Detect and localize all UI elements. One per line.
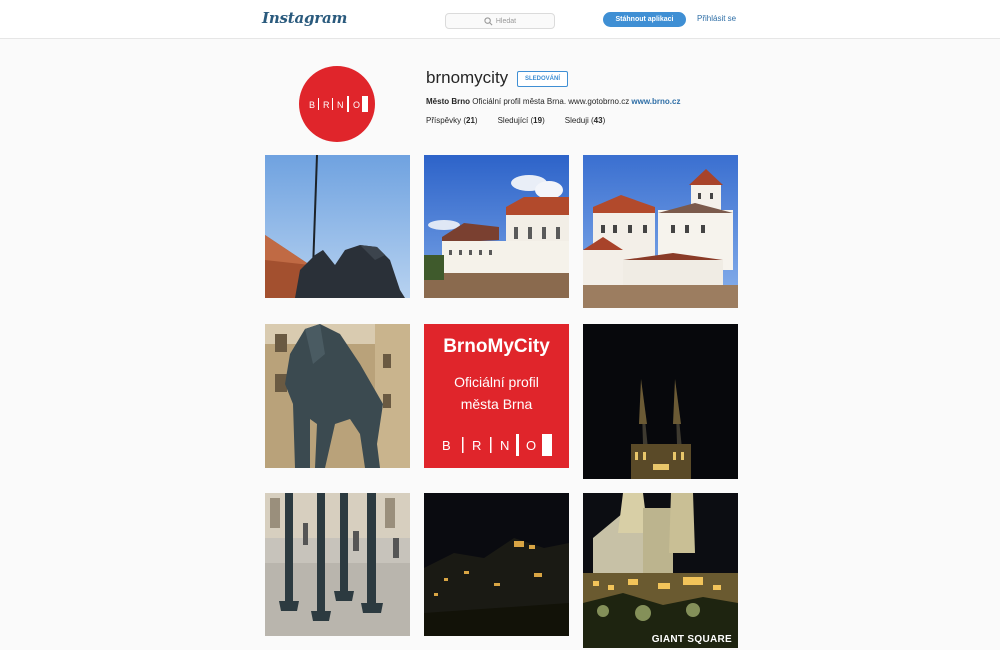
avatar-divider [318,98,319,110]
stat-count: 21 [466,116,475,125]
post-tile-giant-square[interactable]: GIANT SQUARE [583,493,738,648]
profile-avatar: B R N O [299,66,375,142]
stat-label: Sledující [497,116,529,125]
brno-logo: B R N O [309,96,368,112]
avatar-divider [347,96,349,112]
post-tile-cathedral-night[interactable] [583,324,738,479]
promo-letter-b: B [442,438,451,453]
promo-letter-r: R [472,438,481,453]
post-image [583,493,738,648]
avatar-letter-n: N [337,100,344,110]
post-image [583,324,738,479]
stat-posts[interactable]: Příspěvky (21) [426,116,478,125]
stat-label: Příspěvky [426,116,462,125]
top-navigation-bar: Instagram Hledat Stáhnout aplikaci Přihl… [0,0,1000,39]
stat-count: 43 [593,116,603,125]
search-input[interactable]: Hledat [445,13,555,29]
post-image [265,493,410,636]
instagram-logo[interactable]: Instagram [262,9,347,27]
avatar-letter-b: B [309,100,315,110]
avatar-block [362,96,368,112]
avatar-letter-r: R [323,100,330,110]
avatar-letter-o: O [353,100,360,110]
search-icon [484,16,493,26]
post-tile-brnomycity-promo[interactable]: BrnoMyCity Oficiální profil města Brna B… [424,324,569,468]
login-link[interactable]: Přihlásit se [697,14,736,23]
post-tile-city-night[interactable] [424,493,569,636]
follow-button[interactable]: SLEDOVÁNÍ [517,71,568,87]
profile-username: brnomycity [426,68,509,87]
post-tile-horse-legs[interactable] [265,493,410,636]
brno-logo: B R N O [442,434,552,456]
stat-label: Sleduji [564,116,589,125]
post-image [424,155,569,298]
promo-line-2: města Brna [460,396,533,412]
download-app-button[interactable]: Stáhnout aplikaci [603,12,686,27]
promo-line-1: Oficiální profil [454,374,539,390]
post-image [265,155,410,298]
post-tile-castle-2[interactable] [583,155,738,308]
profile-stats: Příspěvky (21) Sledující (19) Sleduji (4… [426,116,605,125]
bio-link[interactable]: www.brno.cz [631,97,680,106]
post-image [265,324,410,468]
post-tile-horse-statue[interactable] [265,324,410,468]
promo-title: BrnoMyCity [443,336,550,357]
stat-count: 19 [533,116,543,125]
avatar-divider [332,98,333,110]
promo-letter-o: O [526,438,536,453]
post-tile-statue-sky[interactable] [265,155,410,298]
profile-full-name: Město Brno [426,97,470,106]
promo-letter-n: N [500,438,509,453]
bio-text: Oficiální profil města Brna. www.gotobrn… [472,97,630,106]
search-placeholder: Hledat [495,17,517,25]
stat-following[interactable]: Sleduji (43) [565,116,605,125]
post-tile-castle-1[interactable] [424,155,569,298]
giant-square-label: GIANT SQUARE [651,634,732,645]
stat-followers[interactable]: Sledující (19) [498,116,545,125]
post-image [424,493,569,636]
post-image [583,155,738,308]
profile-bio: Město Brno Oficiální profil města Brna. … [426,97,680,106]
